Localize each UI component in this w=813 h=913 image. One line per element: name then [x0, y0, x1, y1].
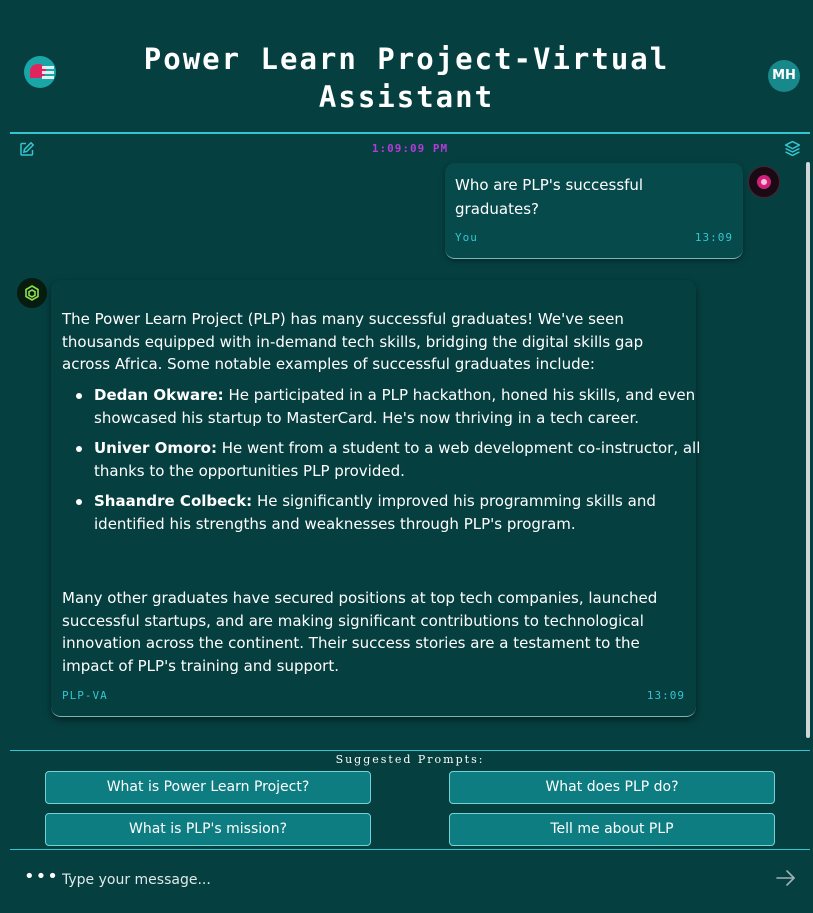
- prompt-button-what-does-plp-do[interactable]: What does PLP do?: [449, 771, 775, 804]
- message-time: 13:09: [694, 231, 733, 244]
- send-icon[interactable]: [775, 868, 797, 888]
- prompts-divider: [10, 750, 810, 751]
- message-outro: Many other graduates have secured positi…: [62, 589, 658, 675]
- assistant-message: The Power Learn Project (PLP) has many s…: [51, 280, 700, 717]
- message-time: 13:09: [646, 689, 685, 702]
- page-title: Power Learn Project-Virtual Assistant: [143, 42, 670, 114]
- chat-scrollbar[interactable]: [806, 162, 810, 738]
- composer-divider: [10, 849, 810, 850]
- list-item: Shaandre Colbeck: He significantly impro…: [76, 490, 719, 535]
- layers-icon[interactable]: [784, 140, 801, 157]
- graduate-name: Shaandre Colbeck:: [94, 492, 253, 510]
- user-avatar-initials[interactable]: MH: [768, 60, 800, 92]
- suggested-prompts-title: Suggested Prompts:: [335, 753, 485, 766]
- graduate-name: Univer Omoro:: [94, 439, 217, 457]
- header: Power Learn Project-Virtual Assistant MH: [0, 0, 813, 133]
- user-message: Who are PLP's successful graduates? You …: [445, 163, 743, 259]
- message-sender: You: [455, 231, 478, 244]
- prompt-button-what-is-plp[interactable]: What is Power Learn Project?: [45, 771, 371, 804]
- user-avatar: [748, 166, 780, 198]
- prompt-button-plp-mission[interactable]: What is PLP's mission?: [45, 813, 371, 846]
- graduate-name: Dedan Okware:: [94, 386, 224, 404]
- chat-timestamp: 1:09:09 PM: [371, 142, 449, 155]
- bot-avatar: [17, 278, 47, 308]
- edit-icon[interactable]: [19, 141, 35, 157]
- plp-logo: [24, 56, 56, 88]
- graduate-list: Dedan Okware: He participated in a PLP h…: [62, 384, 719, 543]
- message-input[interactable]: [62, 865, 752, 895]
- more-icon[interactable]: •••: [24, 868, 59, 886]
- header-divider: [10, 132, 810, 134]
- message-intro: The Power Learn Project (PLP) has many s…: [62, 310, 644, 373]
- list-item: Dedan Okware: He participated in a PLP h…: [76, 384, 719, 429]
- message-sender: PLP-VA: [62, 689, 108, 702]
- list-item: Univer Omoro: He went from a student to …: [76, 437, 719, 482]
- prompt-button-tell-me-about-plp[interactable]: Tell me about PLP: [449, 813, 775, 846]
- message-text: Who are PLP's successful graduates?: [455, 176, 644, 218]
